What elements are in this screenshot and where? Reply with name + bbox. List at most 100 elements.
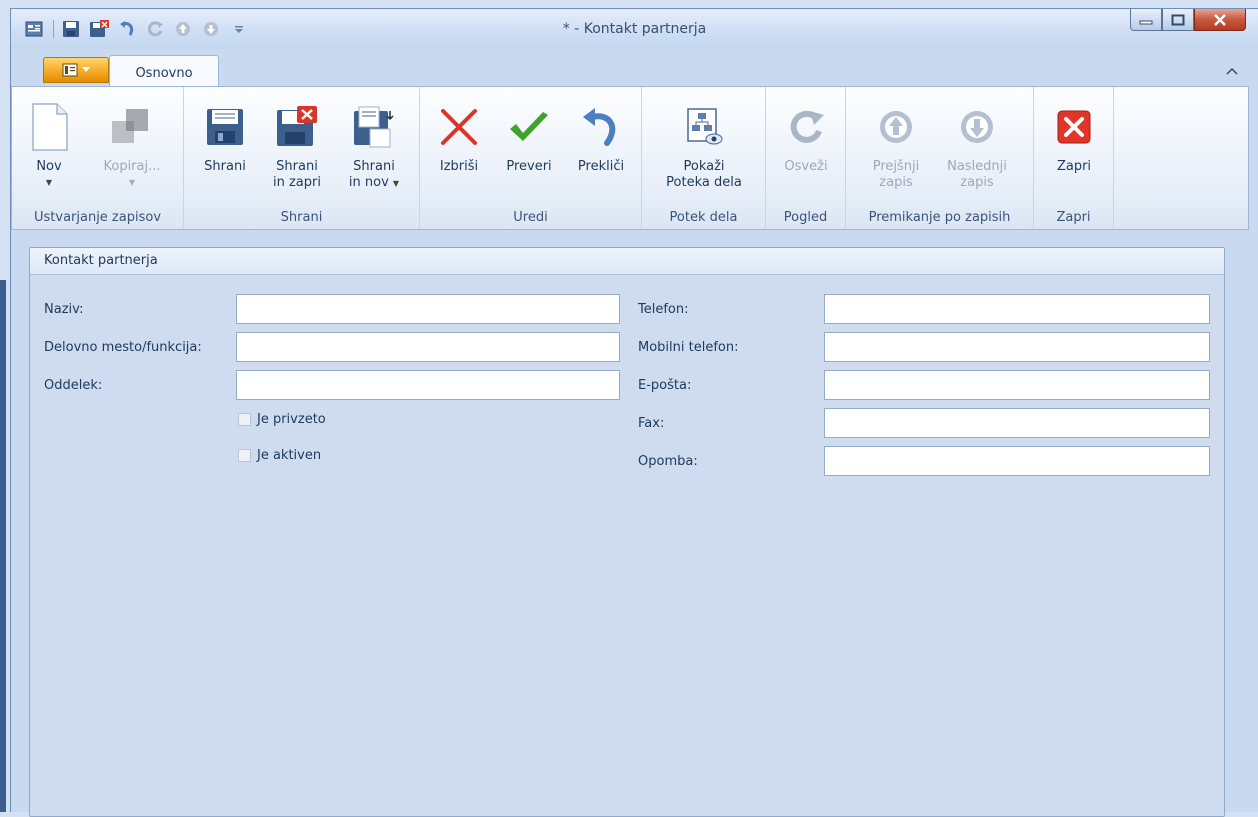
email-field[interactable] xyxy=(824,370,1210,400)
ribbon-group-view: Osveži Pogled xyxy=(766,87,846,229)
close-button-label: Zapri xyxy=(1056,159,1092,174)
note-label: Opomba: xyxy=(638,454,698,469)
new-document-icon xyxy=(25,101,73,153)
minimize-button[interactable] xyxy=(1130,9,1162,31)
group-label-close: Zapri xyxy=(1056,210,1091,225)
is-active-label: Je aktiven xyxy=(257,448,322,463)
mobile-input[interactable] xyxy=(825,333,1209,361)
next-record-button[interactable]: Naslednji zapis xyxy=(936,87,1018,191)
previous-record-icon xyxy=(872,101,920,153)
cancel-button-label: Prekliči xyxy=(577,159,625,174)
close-icon xyxy=(1050,101,1098,153)
email-input[interactable] xyxy=(825,371,1209,399)
position-label: Delovno mesto/funkcija: xyxy=(44,340,202,355)
note-field[interactable] xyxy=(824,446,1210,476)
panel-title: Kontakt partnerja xyxy=(30,248,1224,275)
next-record-label-1: Naslednji xyxy=(947,159,1007,174)
workflow-diagram-icon xyxy=(680,101,728,153)
window-title: * - Kontakt partnerja xyxy=(562,21,707,37)
save-and-new-label-2: in nov xyxy=(348,175,389,190)
show-workflow-label-2: Poteka dela xyxy=(666,175,742,190)
chevron-down-icon xyxy=(82,67,90,72)
contact-form-panel: Kontakt partnerja Naziv: Delovno mesto/f… xyxy=(29,247,1225,817)
phone-label: Telefon: xyxy=(638,302,689,317)
save-and-close-label-1: Shrani xyxy=(276,159,318,174)
show-workflow-label-1: Pokaži xyxy=(683,159,725,174)
group-label-create: Ustvarjanje zapisov xyxy=(33,210,162,225)
save-button[interactable]: Shrani xyxy=(192,87,258,175)
maximize-icon xyxy=(1171,14,1185,25)
validate-button[interactable]: Preveri xyxy=(496,87,562,175)
mobile-label: Mobilni telefon: xyxy=(638,340,739,355)
name-input[interactable] xyxy=(237,295,619,323)
undo-icon xyxy=(577,101,625,153)
save-icon xyxy=(201,101,249,153)
note-input[interactable] xyxy=(825,447,1209,475)
is-default-label: Je privzeto xyxy=(257,412,326,427)
save-and-close-label-2: in zapri xyxy=(273,175,321,190)
refresh-button[interactable]: Osveži xyxy=(772,87,840,175)
position-input[interactable] xyxy=(237,333,619,361)
save-and-new-button[interactable]: Shrani in nov ▼ xyxy=(338,87,410,192)
maximize-button[interactable] xyxy=(1162,9,1194,31)
close-button[interactable]: Zapri xyxy=(1040,87,1108,175)
save-and-new-label-1: Shrani xyxy=(353,159,395,174)
checkbox-box[interactable] xyxy=(238,449,251,462)
name-field[interactable] xyxy=(236,294,620,324)
department-label: Oddelek: xyxy=(44,378,103,393)
group-label-workflow: Potek dela xyxy=(669,210,738,225)
validate-button-label: Preveri xyxy=(506,159,552,174)
new-button[interactable]: Nov ▼ xyxy=(22,87,76,191)
fax-field[interactable] xyxy=(824,408,1210,438)
delete-button[interactable]: Izbriši xyxy=(428,87,490,175)
chevron-down-icon: ▼ xyxy=(392,179,400,188)
phone-field[interactable] xyxy=(824,294,1210,324)
ribbon-group-save: Shrani Shrani in zapri Shrani in nov ▼ S… xyxy=(184,87,420,229)
email-label: E-pošta: xyxy=(638,378,692,393)
chevron-down-icon: ▼ xyxy=(128,178,136,187)
window-controls xyxy=(1130,9,1246,31)
is-default-checkbox[interactable]: Je privzeto xyxy=(238,412,326,427)
show-workflow-button[interactable]: Pokaži Poteka dela xyxy=(650,87,758,191)
phone-input[interactable] xyxy=(825,295,1209,323)
save-and-new-icon xyxy=(350,101,398,153)
name-label: Naziv: xyxy=(44,302,84,317)
copy-button-label: Kopiraj... xyxy=(103,159,161,174)
next-record-label-2: zapis xyxy=(960,175,994,190)
refresh-icon xyxy=(782,101,830,153)
close-window-button[interactable] xyxy=(1194,9,1246,31)
save-and-close-button[interactable]: Shrani in zapri xyxy=(264,87,330,191)
ribbon: Nov ▼ Kopiraj... ▼ Ustvarjanje zapisov S… xyxy=(11,86,1249,230)
ribbon-group-close: Zapri Zapri xyxy=(1034,87,1114,229)
background-window-edge-left xyxy=(0,280,6,812)
position-field[interactable] xyxy=(236,332,620,362)
group-label-edit: Uredi xyxy=(513,210,548,225)
checkmark-icon xyxy=(505,101,553,153)
group-label-save: Shrani xyxy=(280,210,323,225)
refresh-button-label: Osveži xyxy=(784,159,828,174)
collapse-ribbon-icon[interactable] xyxy=(1226,65,1238,78)
ribbon-group-create: Nov ▼ Kopiraj... ▼ Ustvarjanje zapisov xyxy=(12,87,184,229)
ribbon-group-navigate: Prejšnji zapis Naslednji zapis Premikanj… xyxy=(846,87,1034,229)
mobile-field[interactable] xyxy=(824,332,1210,362)
checkbox-box[interactable] xyxy=(238,413,251,426)
cancel-button[interactable]: Prekliči xyxy=(568,87,634,175)
next-record-icon xyxy=(953,101,1001,153)
ribbon-group-edit: Izbriši Preveri Prekliči Uredi xyxy=(420,87,642,229)
group-label-navigate: Premikanje po zapisih xyxy=(868,210,1011,225)
menu-icon xyxy=(62,63,78,77)
department-field[interactable] xyxy=(236,370,620,400)
department-input[interactable] xyxy=(237,371,619,399)
chevron-down-icon: ▼ xyxy=(45,178,53,187)
save-button-label: Shrani xyxy=(204,159,246,174)
is-active-checkbox[interactable]: Je aktiven xyxy=(238,448,321,463)
previous-record-label-1: Prejšnji xyxy=(872,159,920,174)
save-and-close-icon xyxy=(273,101,321,153)
delete-button-label: Izbriši xyxy=(439,159,479,174)
application-menu-button[interactable] xyxy=(43,57,109,83)
fax-input[interactable] xyxy=(825,409,1209,437)
copy-button[interactable]: Kopiraj... ▼ xyxy=(86,87,178,191)
previous-record-button[interactable]: Prejšnji zapis xyxy=(858,87,934,191)
copy-icon xyxy=(108,101,156,153)
group-label-view: Pogled xyxy=(783,210,828,225)
